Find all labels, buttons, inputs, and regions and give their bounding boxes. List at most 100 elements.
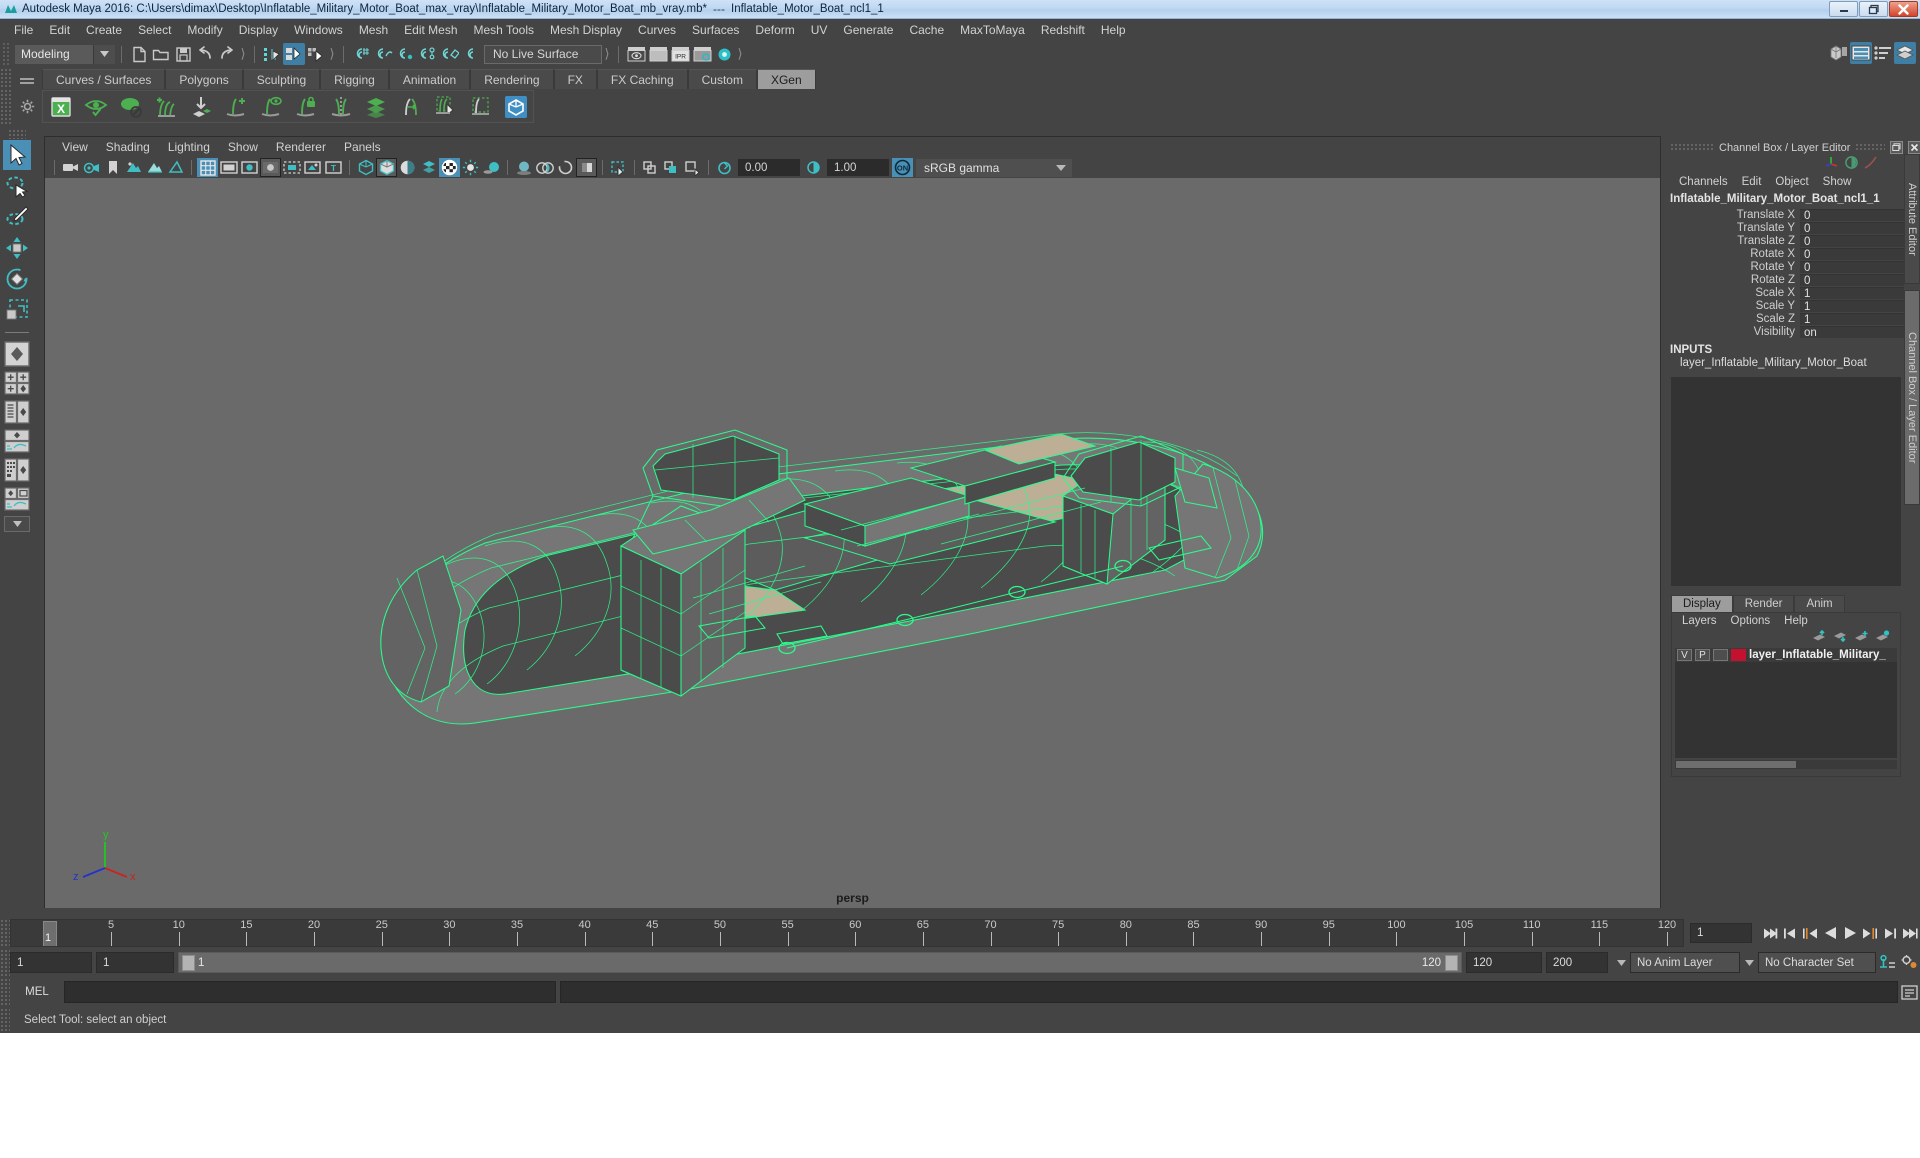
menu-generate[interactable]: Generate xyxy=(835,21,901,39)
menu-modify[interactable]: Modify xyxy=(179,21,230,39)
timeline-track[interactable]: 1 51015202530354045505560657075808590951… xyxy=(10,919,1684,947)
menu-maxtomaya[interactable]: MaxToMaya xyxy=(952,21,1033,39)
snap-to-view-plane-icon[interactable] xyxy=(438,43,460,65)
attribute-row[interactable]: Translate Y 0 xyxy=(1668,221,1904,234)
collapse-bracket[interactable]: ⟩ xyxy=(602,44,612,64)
xgen-add-clumping-icon[interactable] xyxy=(148,91,183,122)
new-layer-from-selected-icon[interactable] xyxy=(1875,630,1890,646)
shelf-tab-menu-handle[interactable] xyxy=(12,68,42,89)
step-back-keyframe-icon[interactable] xyxy=(1780,922,1800,944)
axis-gizmo-icon[interactable] xyxy=(1825,155,1840,173)
attribute-value[interactable]: 0 xyxy=(1800,261,1904,273)
toolbox-grip[interactable] xyxy=(8,129,26,139)
shelf-tab-sculpting[interactable]: Sculpting xyxy=(243,69,320,89)
attribute-row[interactable]: Visibility on xyxy=(1668,325,1904,338)
shelf-tab-grip[interactable] xyxy=(0,68,12,89)
viewport-menu-view[interactable]: View xyxy=(53,139,97,155)
tab-display[interactable]: Display xyxy=(1671,595,1733,612)
show-hide-tool-settings-icon[interactable] xyxy=(1872,42,1894,64)
attribute-row[interactable]: Translate X 0 xyxy=(1668,208,1904,221)
film-gate-icon[interactable] xyxy=(218,158,239,177)
snap-to-point-icon[interactable] xyxy=(394,43,416,65)
layer-list-scrollbar[interactable] xyxy=(1675,760,1897,769)
minimize-button[interactable] xyxy=(1829,1,1858,17)
animation-preferences-icon[interactable] xyxy=(1898,952,1920,974)
layer-visibility-toggle[interactable]: V xyxy=(1677,649,1692,661)
live-surface-field[interactable]: No Live Surface xyxy=(484,45,602,64)
play-forwards-icon[interactable] xyxy=(1840,922,1860,944)
resolution-gate-icon[interactable] xyxy=(239,158,260,177)
menu-select[interactable]: Select xyxy=(130,21,179,39)
use-default-lighting-icon[interactable] xyxy=(460,158,481,177)
channelbox-menu-object[interactable]: Object xyxy=(1768,175,1815,189)
auto-keyframe-toggle-icon[interactable] xyxy=(1876,952,1898,974)
undo-icon[interactable] xyxy=(194,43,216,65)
current-frame-field[interactable]: 1 xyxy=(1690,923,1752,943)
menu-display[interactable]: Display xyxy=(231,21,286,39)
exposure-reset-icon[interactable] xyxy=(714,158,735,177)
layer-playback-toggle[interactable]: P xyxy=(1695,649,1710,661)
exposure-value-field[interactable]: 0.00 xyxy=(738,159,800,176)
attribute-row[interactable]: Translate Z 0 xyxy=(1668,234,1904,247)
shelf-tab-rigging[interactable]: Rigging xyxy=(320,69,389,89)
tab-render[interactable]: Render xyxy=(1733,595,1795,612)
make-live-icon[interactable] xyxy=(460,43,482,65)
shelf-tab-animation[interactable]: Animation xyxy=(389,69,470,89)
anim-start-time-field[interactable]: 1 xyxy=(10,952,92,973)
ambient-occlusion-icon[interactable] xyxy=(513,158,534,177)
layer-name[interactable]: layer_Inflatable_Military_ xyxy=(1749,649,1886,661)
collapse-bracket[interactable]: ⟩ xyxy=(238,44,248,64)
shadows-icon[interactable] xyxy=(165,158,186,177)
menu-cache[interactable]: Cache xyxy=(901,21,952,39)
anim-layer-select[interactable]: No Anim Layer xyxy=(1630,952,1740,973)
render-settings-icon[interactable] xyxy=(691,43,713,65)
attribute-row[interactable]: Rotate Y 0 xyxy=(1668,260,1904,273)
xgen-layers-icon[interactable] xyxy=(358,91,393,122)
layer-menu-layers[interactable]: Layers xyxy=(1675,615,1724,627)
timeline-grip[interactable] xyxy=(0,919,10,947)
shadows-on-icon[interactable] xyxy=(481,158,502,177)
textured-shading-icon[interactable] xyxy=(439,158,460,177)
attribute-value[interactable]: 1 xyxy=(1800,300,1904,312)
render-current-frame-icon[interactable] xyxy=(625,43,647,65)
new-scene-icon[interactable] xyxy=(128,43,150,65)
ipr-render-icon[interactable]: IPR xyxy=(669,43,691,65)
bookmark-icon[interactable] xyxy=(102,158,123,177)
viewport-menu-renderer[interactable]: Renderer xyxy=(267,139,335,155)
anim-end-time-field[interactable]: 200 xyxy=(1546,952,1608,973)
script-editor-icon[interactable] xyxy=(1898,981,1920,1003)
curve-toggle-icon[interactable] xyxy=(1863,155,1878,173)
attribute-row[interactable]: Scale Y 1 xyxy=(1668,299,1904,312)
hardware-texture-icon[interactable] xyxy=(640,158,661,177)
select-tool[interactable] xyxy=(3,140,31,170)
menu-redshift[interactable]: Redshift xyxy=(1033,21,1093,39)
smooth-wireframe-icon[interactable] xyxy=(682,158,703,177)
xgen-collection-cube-icon[interactable] xyxy=(498,91,533,122)
layer-list[interactable]: V P layer_Inflatable_Military_ xyxy=(1675,648,1897,758)
snap-to-curve-icon[interactable] xyxy=(372,43,394,65)
smooth-shade-all-icon[interactable] xyxy=(418,158,439,177)
snap-to-grid-icon[interactable] xyxy=(350,43,372,65)
menu-create[interactable]: Create xyxy=(78,21,130,39)
toolbox-more-chevron-down-icon[interactable] xyxy=(4,516,30,532)
persp-graph-hyper-layout[interactable] xyxy=(4,486,30,512)
render-sequence-icon[interactable] xyxy=(647,43,669,65)
outliner-persp-layout[interactable] xyxy=(4,399,30,425)
shelf-options-gear-icon[interactable] xyxy=(12,89,42,124)
shelf-tab-custom[interactable]: Custom xyxy=(688,69,757,89)
four-pane-layout[interactable] xyxy=(4,370,30,396)
attribute-value[interactable]: on xyxy=(1800,326,1904,338)
lasso-select-tool[interactable] xyxy=(3,171,31,201)
collapse-bracket[interactable]: ⟩ xyxy=(735,44,745,64)
xgen-select-guides-icon[interactable] xyxy=(428,91,463,122)
camera-attributes-icon[interactable] xyxy=(81,158,102,177)
texture-display-icon[interactable]: T xyxy=(323,158,344,177)
tab-anim[interactable]: Anim xyxy=(1794,595,1844,612)
character-set-select[interactable]: No Character Set xyxy=(1758,952,1876,973)
menu-surfaces[interactable]: Surfaces xyxy=(684,21,747,39)
statusline-grip[interactable] xyxy=(2,42,11,66)
xray-active-components-icon[interactable] xyxy=(608,158,629,177)
viewport-menu-lighting[interactable]: Lighting xyxy=(159,139,219,155)
menu-uv[interactable]: UV xyxy=(803,21,836,39)
select-object-icon[interactable] xyxy=(283,43,305,65)
